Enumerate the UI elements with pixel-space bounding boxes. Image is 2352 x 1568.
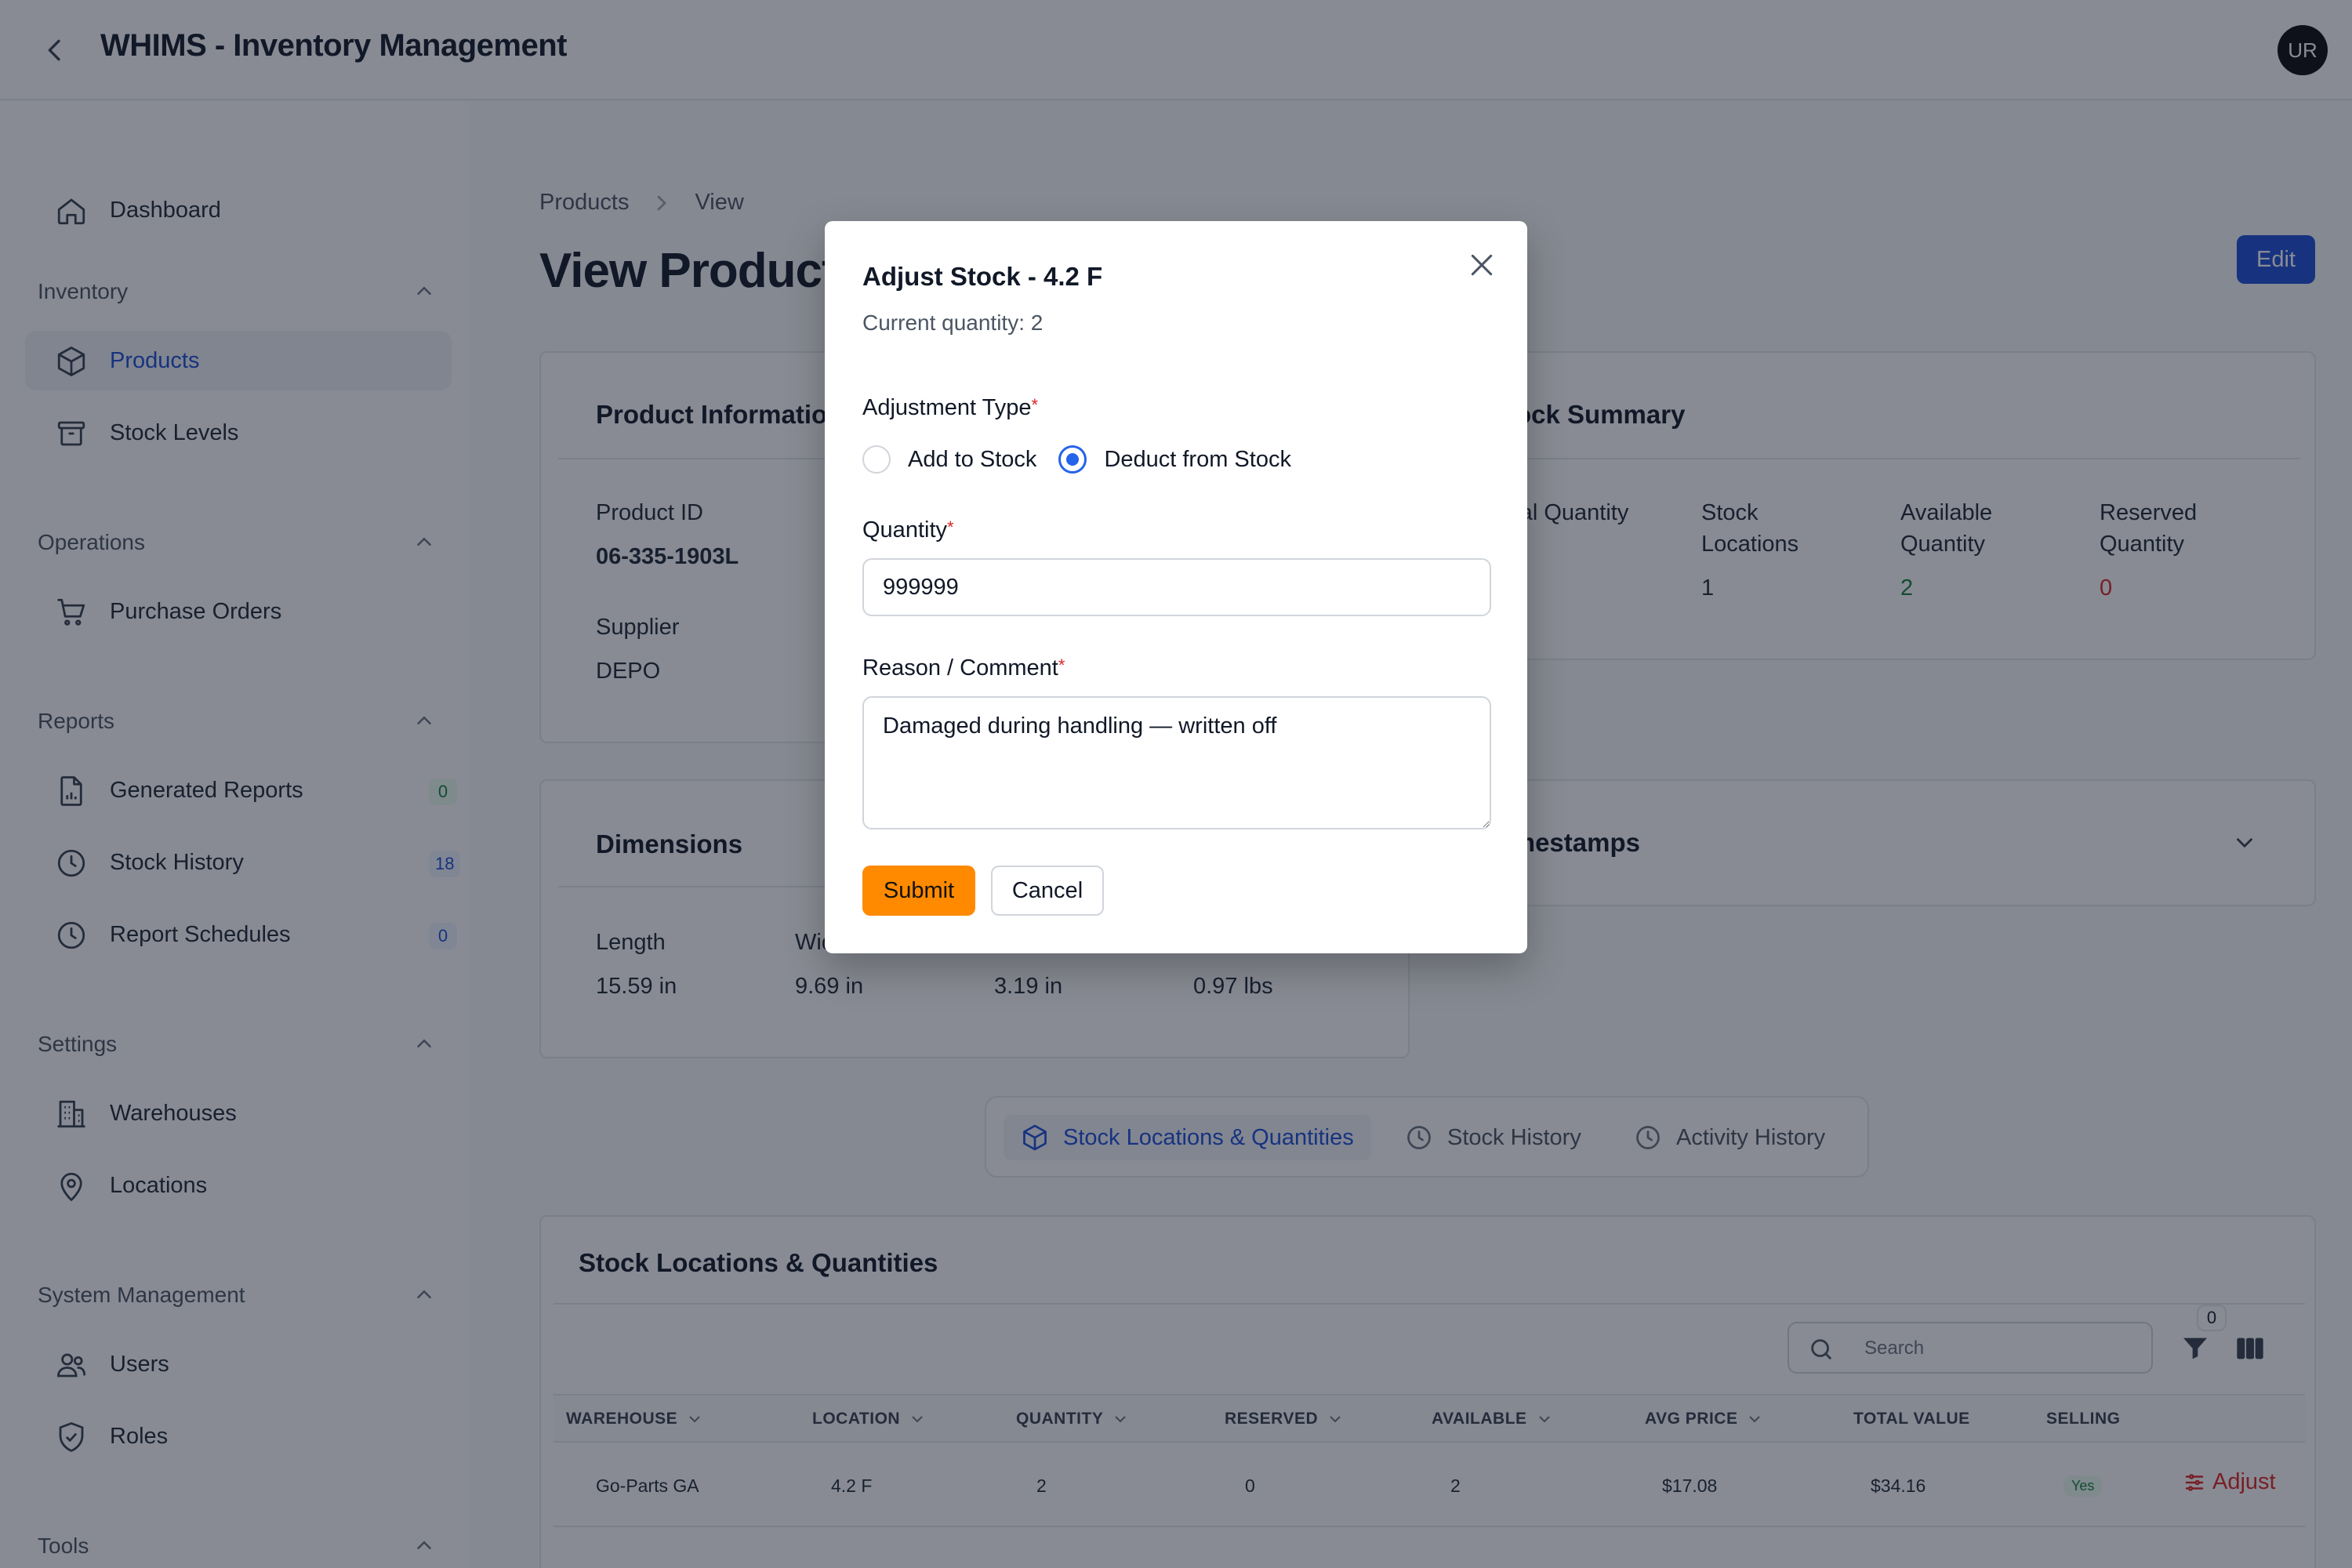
- quantity-label: Quantity*: [862, 517, 954, 543]
- quantity-input[interactable]: [862, 558, 1491, 616]
- radio-add-label[interactable]: Add to Stock: [908, 447, 1036, 473]
- modal-subtitle: Current quantity: 2: [862, 310, 1044, 335]
- required-asterisk: *: [1031, 395, 1039, 415]
- app-root: WHIMS - Inventory Management UR Dashboar…: [0, 0, 2352, 1568]
- reason-label: Reason / Comment*: [862, 655, 1065, 681]
- radio-deduct-label[interactable]: Deduct from Stock: [1104, 447, 1291, 473]
- close-icon[interactable]: [1466, 249, 1497, 281]
- adjustment-type-label: Adjustment Type*: [862, 395, 1039, 420]
- required-asterisk: *: [947, 517, 954, 537]
- radio-deduct-from-stock[interactable]: [1058, 445, 1087, 474]
- modal-title: Adjust Stock - 4.2 F: [862, 262, 1103, 291]
- radio-add-to-stock[interactable]: [862, 445, 891, 474]
- cancel-button[interactable]: Cancel: [991, 866, 1104, 916]
- submit-button[interactable]: Submit: [862, 866, 975, 916]
- adjust-stock-modal: Adjust Stock - 4.2 F Current quantity: 2…: [825, 221, 1527, 953]
- required-asterisk: *: [1058, 655, 1065, 675]
- adjustment-type-radio-group: Add to Stock Deduct from Stock: [862, 444, 1313, 475]
- reason-textarea[interactable]: Damaged during handling — written off: [862, 696, 1491, 829]
